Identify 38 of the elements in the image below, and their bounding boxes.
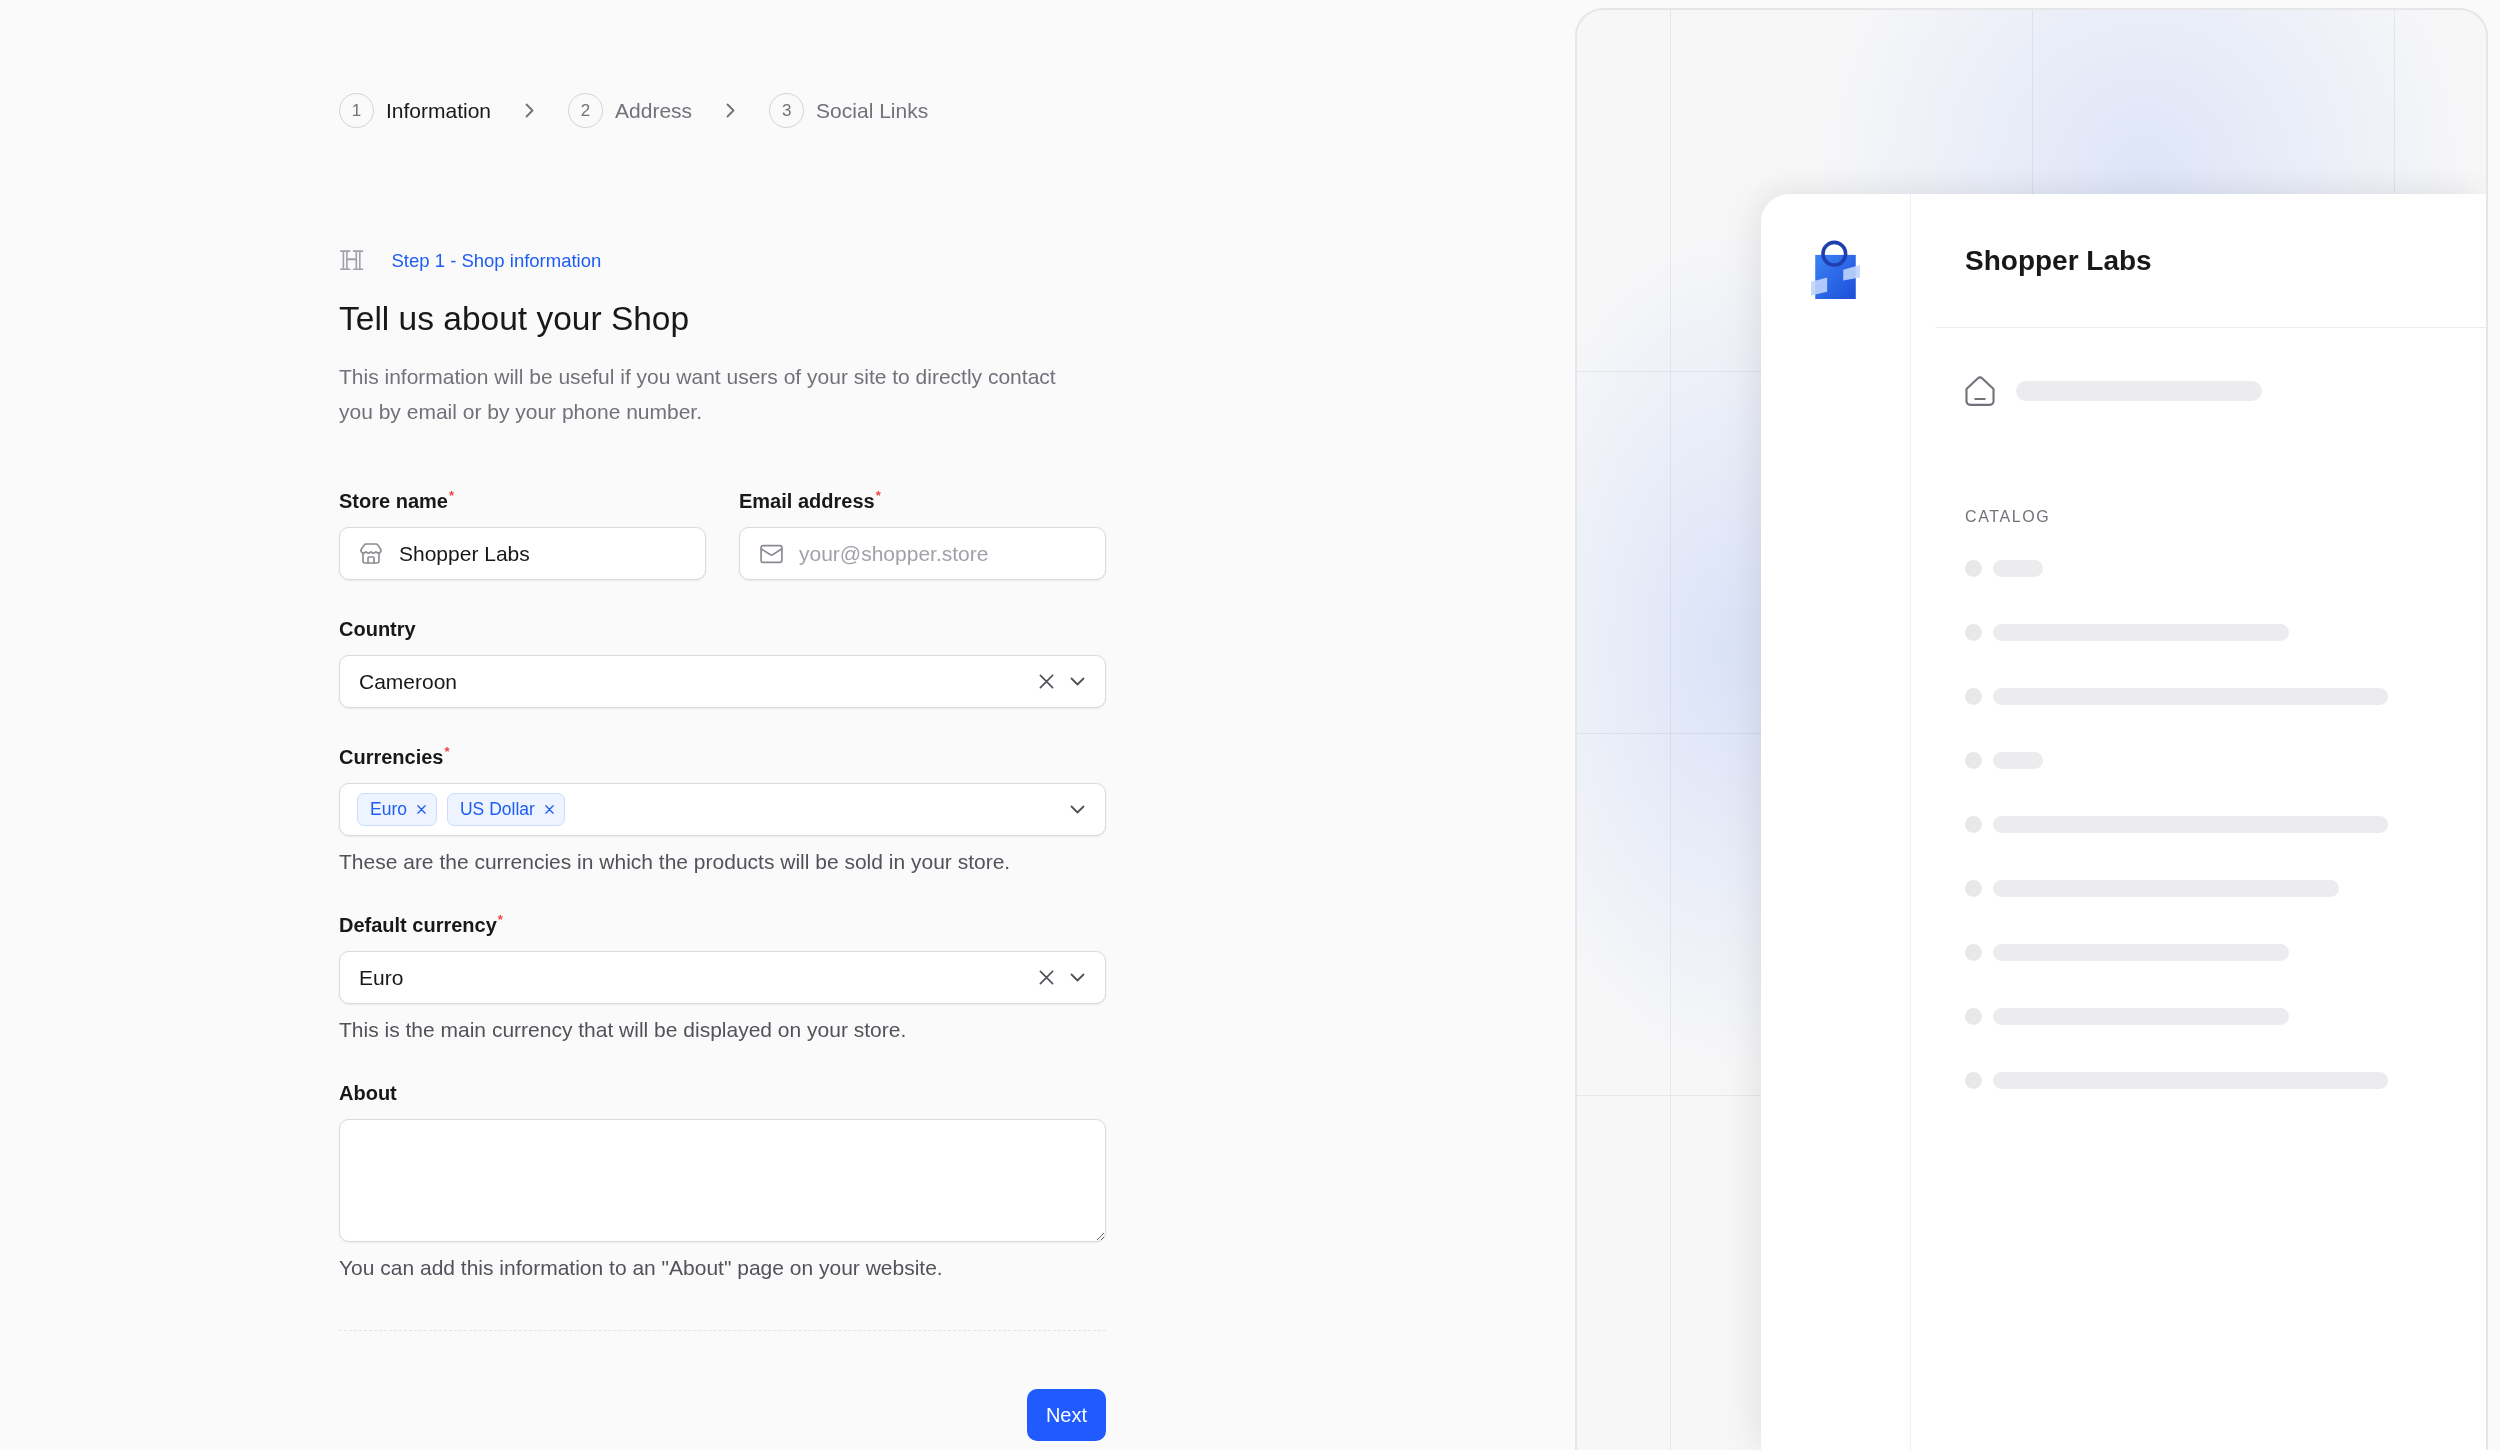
remove-icon[interactable] xyxy=(416,805,426,814)
shopping-bag-icon xyxy=(1811,240,1860,299)
step-tab[interactable]: Social Links xyxy=(816,98,929,123)
chevron-down-icon xyxy=(1070,677,1085,686)
text-field[interactable]: Shopper Labs xyxy=(339,527,706,580)
chevron-right-icon xyxy=(726,103,736,118)
help-text: You can add this information to an "About" page on your website. xyxy=(339,1256,944,1280)
field-label: Default currency$^{*}$ xyxy=(339,913,504,937)
select-field[interactable]: Euro xyxy=(339,951,1106,1004)
section-heading: CATALOG xyxy=(1965,507,2052,527)
shop-name: Shopper Labs xyxy=(1965,244,2152,277)
field-label: Store name$^{*}$ xyxy=(339,489,455,513)
help-text: These are the currencies in which the products will be sold in your store. xyxy=(339,850,1012,874)
chevron-right-icon xyxy=(525,103,535,118)
currency-tag[interactable]: US Dollar xyxy=(446,793,565,826)
step-caption: Step 1 - Shop information xyxy=(391,249,602,272)
field-label: Country xyxy=(339,617,417,641)
clear-icon[interactable] xyxy=(1039,674,1054,689)
field-label: Currencies$^{*}$ xyxy=(339,745,451,769)
next-button[interactable]: Next xyxy=(1026,1389,1106,1441)
chevron-down-icon xyxy=(1070,973,1085,982)
step-tab[interactable]: Address xyxy=(615,98,693,123)
remove-icon[interactable] xyxy=(544,805,554,814)
email-field[interactable]: your@shopper.store xyxy=(739,527,1106,580)
section-glyph: ℍ xyxy=(339,248,365,273)
clear-icon[interactable] xyxy=(1039,970,1054,985)
select-field[interactable]: Cameroon xyxy=(339,655,1106,708)
form-title: Tell us about your Shop xyxy=(339,299,691,339)
help-text: This is the main currency that will be displayed on your store. xyxy=(339,1018,908,1042)
chevron-down-icon xyxy=(1070,805,1085,814)
field-label: About xyxy=(339,1081,398,1105)
textarea-field[interactable] xyxy=(339,1119,1106,1242)
field-label: Email address$^{*}$ xyxy=(739,489,882,513)
step-tab[interactable]: Information xyxy=(386,98,492,123)
currency-tag[interactable]: Euro xyxy=(357,793,437,826)
multi-select-field[interactable]: Euro US Dollar xyxy=(339,783,1106,836)
home-icon xyxy=(1965,376,1995,406)
form-description: This information will be useful if you want users of your site to directly contact you by email or by your phone number. xyxy=(339,364,1057,425)
